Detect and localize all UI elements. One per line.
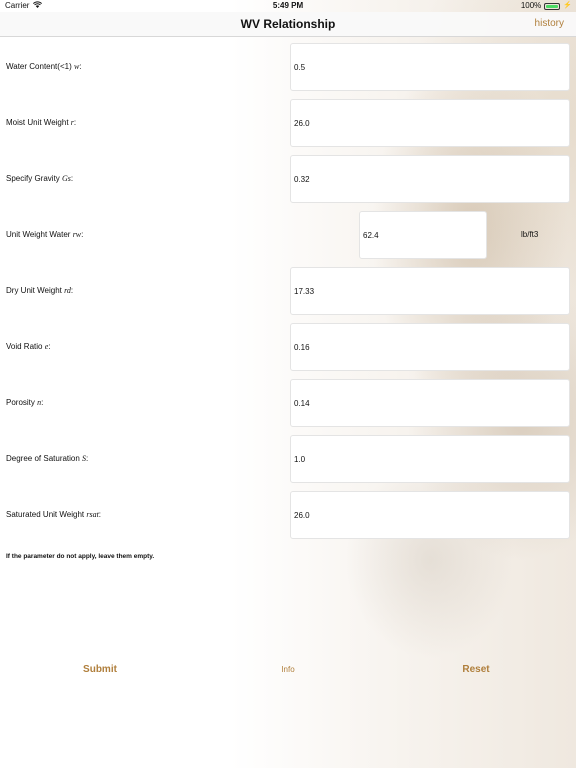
- water-content-input[interactable]: 0.5: [290, 43, 570, 91]
- row-saturated-unit-weight: Saturated Unit Weight rsat: 26.0: [0, 490, 576, 540]
- instruction-note: If the parameter do not apply, leave the…: [6, 553, 155, 560]
- label-suffix: :: [73, 118, 77, 127]
- battery-percent: 100%: [520, 1, 542, 10]
- page-title: WV Relationship: [240, 17, 336, 31]
- label-symbol: rw: [72, 230, 82, 239]
- label-text: Void Ratio: [6, 342, 45, 351]
- submit-button[interactable]: Submit: [60, 660, 140, 680]
- label-symbol: rd: [64, 286, 71, 295]
- label-suffix: :: [70, 286, 74, 295]
- porosity-input[interactable]: 0.14: [290, 379, 570, 427]
- saturated-unit-weight-input[interactable]: 26.0: [290, 491, 570, 539]
- history-button[interactable]: history: [535, 12, 564, 36]
- moist-unit-weight-label: Moist Unit Weight r:: [6, 98, 76, 148]
- label-text: Moist Unit Weight: [6, 118, 71, 127]
- unit-weight-water-label: Unit Weight Water rw:: [6, 210, 83, 260]
- specific-gravity-label: Specify Gravity Gs:: [6, 154, 73, 204]
- unit-weight-water-input[interactable]: 62.4: [359, 211, 487, 259]
- row-water-content: Water Content(<1) w: 0.5: [0, 42, 576, 92]
- dry-unit-weight-label: Dry Unit Weight rd:: [6, 266, 73, 316]
- label-suffix: :: [86, 454, 89, 463]
- label-suffix: :: [98, 510, 102, 519]
- label-text: Porosity: [6, 398, 38, 407]
- row-specific-gravity: Specify Gravity Gs: 0.32: [0, 154, 576, 204]
- unit-weight-water-unit: lb/ft3: [521, 230, 539, 239]
- status-time: 5:49 PM: [272, 1, 304, 10]
- navigation-bar: WV Relationship history: [0, 12, 576, 37]
- charging-bolt-icon: ⚡: [563, 2, 572, 9]
- label-symbol: rsat: [86, 510, 99, 519]
- porosity-label: Porosity n:: [6, 378, 43, 428]
- label-suffix: :: [70, 174, 74, 183]
- label-text: Water Content(<1): [6, 62, 74, 71]
- row-moist-unit-weight: Moist Unit Weight r: 26.0: [0, 98, 576, 148]
- label-suffix: :: [48, 342, 51, 351]
- status-bar: Carrier 5:49 PM 100% ⚡: [0, 0, 576, 12]
- reset-button[interactable]: Reset: [436, 660, 516, 680]
- label-text: Saturated Unit Weight: [6, 510, 87, 519]
- specific-gravity-input[interactable]: 0.32: [290, 155, 570, 203]
- row-void-ratio: Void Ratio e: 0.16: [0, 322, 576, 372]
- row-dry-unit-weight: Dry Unit Weight rd: 17.33: [0, 266, 576, 316]
- label-text: Unit Weight Water: [6, 230, 73, 239]
- degree-of-saturation-input[interactable]: 1.0: [290, 435, 570, 483]
- void-ratio-label: Void Ratio e:: [6, 322, 51, 372]
- saturated-unit-weight-label: Saturated Unit Weight rsat:: [6, 490, 101, 540]
- label-text: Degree of Saturation: [6, 454, 83, 463]
- info-button[interactable]: Info: [258, 660, 318, 680]
- row-unit-weight-water: Unit Weight Water rw: 62.4 lb/ft3: [0, 210, 576, 260]
- label-suffix: :: [79, 62, 82, 71]
- label-text: Dry Unit Weight: [6, 286, 65, 295]
- moist-unit-weight-input[interactable]: 26.0: [290, 99, 570, 147]
- row-degree-of-saturation: Degree of Saturation S: 1.0: [0, 434, 576, 484]
- status-right: 100% ⚡: [521, 0, 572, 12]
- water-content-label: Water Content(<1) w:: [6, 42, 82, 92]
- label-text: Specify Gravity: [6, 174, 63, 183]
- label-symbol: Gs: [62, 174, 71, 183]
- void-ratio-input[interactable]: 0.16: [290, 323, 570, 371]
- row-porosity: Porosity n: 0.14: [0, 378, 576, 428]
- dry-unit-weight-input[interactable]: 17.33: [290, 267, 570, 315]
- label-suffix: :: [41, 398, 44, 407]
- degree-of-saturation-label: Degree of Saturation S:: [6, 434, 88, 484]
- battery-level: [546, 4, 559, 8]
- battery-icon: [544, 2, 561, 10]
- label-suffix: :: [81, 230, 84, 239]
